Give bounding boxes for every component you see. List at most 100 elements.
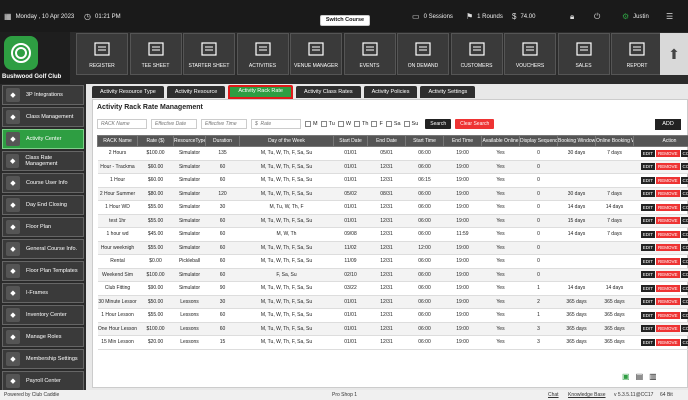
copy-button[interactable]: COPY bbox=[680, 203, 688, 211]
copy-button[interactable]: COPY bbox=[680, 163, 688, 171]
edit-button[interactable]: EDIT bbox=[640, 338, 655, 346]
tab-activity-resource[interactable]: Activity Resource bbox=[166, 86, 226, 98]
remove-button[interactable]: REMOVE bbox=[655, 244, 680, 252]
sidebar-item-membership-settings[interactable]: ◆ Membership Settings bbox=[2, 349, 84, 369]
copy-button[interactable]: COPY bbox=[680, 284, 688, 292]
sidebar-item-class-management[interactable]: ◆ Class Management bbox=[2, 107, 84, 127]
column-header[interactable]: Start Date bbox=[333, 135, 368, 147]
copy-button[interactable]: COPY bbox=[680, 257, 688, 265]
sidebar-item-course-user-info[interactable]: ◆ Course User Info bbox=[2, 173, 84, 193]
report-icon[interactable]: ▤ bbox=[636, 372, 644, 381]
menu-report[interactable]: REPORT bbox=[611, 33, 663, 75]
menu-customers[interactable]: CUSTOMERS bbox=[450, 33, 503, 75]
sessions-display[interactable]: ▭ 0 Sessions bbox=[412, 12, 453, 21]
remove-button[interactable]: REMOVE bbox=[655, 311, 680, 319]
sidebar-item-floor-plan[interactable]: ◆ Floor Plan bbox=[2, 217, 84, 237]
copy-button[interactable]: COPY bbox=[680, 230, 688, 238]
effective-date-input[interactable] bbox=[151, 119, 197, 129]
menu-register[interactable]: REGISTER bbox=[76, 33, 128, 75]
remove-button[interactable]: REMOVE bbox=[655, 149, 680, 157]
remove-button[interactable]: REMOVE bbox=[655, 217, 680, 225]
remove-button[interactable]: REMOVE bbox=[655, 203, 680, 211]
copy-button[interactable]: COPY bbox=[680, 311, 688, 319]
column-header[interactable]: Available Online bbox=[481, 135, 520, 147]
column-header[interactable]: End Date bbox=[367, 135, 406, 147]
edit-button[interactable]: EDIT bbox=[640, 257, 655, 265]
day-checkbox-tu[interactable]: Tu bbox=[320, 120, 335, 127]
day-checkbox-su[interactable]: Su bbox=[403, 120, 418, 127]
remove-button[interactable]: REMOVE bbox=[655, 284, 680, 292]
rounds-display[interactable]: ⚑ 1 Rounds bbox=[466, 12, 503, 21]
sidebar-item-inventory-center[interactable]: ◆ Inventory Center bbox=[2, 305, 84, 325]
sidebar-item-activity-center[interactable]: ◆ Activity Center bbox=[2, 129, 84, 149]
clear-search-button[interactable]: Clear Search bbox=[455, 119, 495, 129]
remove-button[interactable]: REMOVE bbox=[655, 338, 680, 346]
column-header[interactable]: Duration bbox=[205, 135, 240, 147]
column-header[interactable]: RACK Name bbox=[97, 135, 138, 147]
column-header[interactable]: Action bbox=[633, 135, 688, 147]
knowledge-base-link[interactable]: Knowledge Base bbox=[568, 392, 606, 398]
switch-course-button[interactable]: Switch Course bbox=[320, 15, 370, 26]
remove-button[interactable]: REMOVE bbox=[655, 230, 680, 238]
column-header[interactable]: Rate ($) bbox=[137, 135, 174, 147]
column-header[interactable]: Start Time bbox=[405, 135, 444, 147]
remove-button[interactable]: REMOVE bbox=[655, 325, 680, 333]
chat-link[interactable]: Chat bbox=[548, 392, 559, 398]
day-checkbox-w[interactable]: W bbox=[337, 120, 351, 127]
day-checkbox-th[interactable]: Th bbox=[354, 120, 368, 127]
copy-button[interactable]: COPY bbox=[680, 176, 688, 184]
column-header[interactable]: End Time bbox=[443, 135, 482, 147]
copy-button[interactable]: COPY bbox=[680, 325, 688, 333]
edit-button[interactable]: EDIT bbox=[640, 149, 655, 157]
sidebar-item-day-end-closing[interactable]: ◆ Day End Closing bbox=[2, 195, 84, 215]
hamburger-icon[interactable]: ☰ bbox=[666, 12, 673, 21]
club-caddie-logo[interactable] bbox=[4, 36, 38, 70]
copy-button[interactable]: COPY bbox=[680, 190, 688, 198]
menu-starter-sheet[interactable]: STARTER SHEET bbox=[183, 33, 235, 75]
day-checkbox-m[interactable]: M bbox=[305, 120, 318, 127]
edit-button[interactable]: EDIT bbox=[640, 217, 655, 225]
tab-activity-settings[interactable]: Activity Settings bbox=[420, 86, 476, 98]
menu-on-demand[interactable]: ON DEMAND bbox=[397, 33, 449, 75]
edit-button[interactable]: EDIT bbox=[640, 244, 655, 252]
copy-button[interactable]: COPY bbox=[680, 217, 688, 225]
tab-activity-policies[interactable]: Activity Policies bbox=[363, 86, 418, 98]
edit-button[interactable]: EDIT bbox=[640, 163, 655, 171]
remove-button[interactable]: REMOVE bbox=[655, 176, 680, 184]
sidebar-item-floor-plan-templates[interactable]: ◆ Floor Plan Templates bbox=[2, 261, 84, 281]
day-checkbox-sa[interactable]: Sa bbox=[385, 120, 401, 127]
copy-button[interactable]: COPY bbox=[680, 298, 688, 306]
settings-doc-icon[interactable]: ▥ bbox=[649, 372, 657, 381]
menu-activities[interactable]: ACTIVITIES bbox=[236, 33, 289, 75]
edit-button[interactable]: EDIT bbox=[640, 176, 655, 184]
edit-button[interactable]: EDIT bbox=[640, 203, 655, 211]
menu-vouchers[interactable]: VOUCHERS bbox=[504, 33, 556, 75]
remove-button[interactable]: REMOVE bbox=[655, 298, 680, 306]
remove-button[interactable]: REMOVE bbox=[655, 163, 680, 171]
menu-events[interactable]: EVENTS bbox=[343, 33, 396, 75]
edit-button[interactable]: EDIT bbox=[640, 284, 655, 292]
edit-button[interactable]: EDIT bbox=[640, 230, 655, 238]
menu-venue-manager[interactable]: VENUE MANAGER bbox=[290, 33, 342, 75]
tab-activity-resource-type[interactable]: Activity Resource Type bbox=[92, 86, 164, 98]
user-menu[interactable]: ⚙ Justin bbox=[622, 12, 649, 21]
rack-name-input[interactable] bbox=[97, 119, 147, 129]
column-header[interactable]: Display Sequence bbox=[519, 135, 558, 147]
tab-activity-rack-rate[interactable]: Activity Rack Rate bbox=[228, 85, 293, 99]
edit-button[interactable]: EDIT bbox=[640, 298, 655, 306]
column-header[interactable]: Online Booking Window bbox=[595, 135, 634, 147]
sidebar-item-general-course-info-[interactable]: ◆ General Course Info. bbox=[2, 239, 84, 259]
edit-button[interactable]: EDIT bbox=[640, 190, 655, 198]
effective-time-input[interactable] bbox=[201, 119, 247, 129]
edit-button[interactable]: EDIT bbox=[640, 271, 655, 279]
copy-button[interactable]: COPY bbox=[680, 149, 688, 157]
copy-button[interactable]: COPY bbox=[680, 244, 688, 252]
remove-button[interactable]: REMOVE bbox=[655, 190, 680, 198]
tab-activity-class-rates[interactable]: Activity Class Rates bbox=[295, 86, 361, 98]
power-icon[interactable]: ⏻ bbox=[594, 12, 600, 22]
edit-button[interactable]: EDIT bbox=[640, 325, 655, 333]
copy-button[interactable]: COPY bbox=[680, 338, 688, 346]
add-button[interactable]: ADD bbox=[655, 119, 681, 130]
menu-tee-sheet[interactable]: TEE SHEET bbox=[129, 33, 182, 75]
column-header[interactable]: Booking Window bbox=[557, 135, 596, 147]
